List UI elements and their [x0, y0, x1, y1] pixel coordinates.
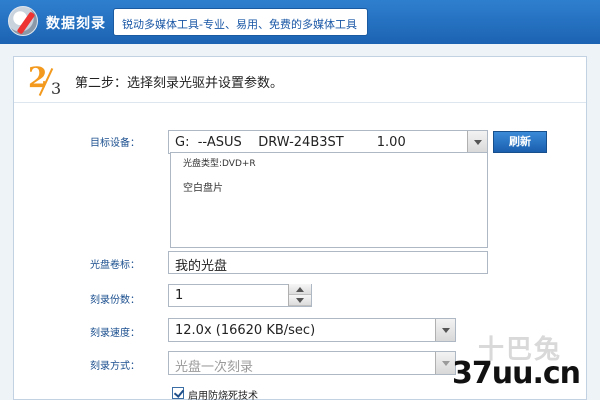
- volume-input[interactable]: 我的光盘: [168, 251, 488, 274]
- burnproof-checkbox[interactable]: [172, 387, 184, 399]
- device-label: 目标设备：: [90, 138, 140, 149]
- slogan-banner: 锐动多媒体工具-专业、易用、免费的多媒体工具: [113, 8, 368, 36]
- speed-label: 刻录速度：: [90, 328, 140, 339]
- disc-logo-icon: [8, 6, 38, 36]
- watermark-site: 37uu.cn: [452, 356, 581, 391]
- disc-status-text: 空白盘片: [183, 183, 223, 194]
- decrement-icon[interactable]: [289, 295, 311, 306]
- mode-value: 光盘一次刻录: [175, 360, 254, 375]
- mode-label: 刻录方式：: [90, 361, 140, 372]
- burnproof-label: 启用防烧死技术: [188, 391, 258, 400]
- app-header: 数据刻录 锐动多媒体工具-专业、易用、免费的多媒体工具: [0, 0, 600, 44]
- device-value: G: --ASUS DRW-24B3ST 1.00: [175, 135, 406, 150]
- slogan-text: 锐动多媒体工具-专业、易用、免费的多媒体工具: [122, 18, 357, 31]
- volume-label: 光盘卷标：: [90, 260, 140, 271]
- step-indicator: 2 3 第二步：选择刻录光驱并设置参数。: [14, 57, 586, 103]
- step-instruction: 第二步：选择刻录光驱并设置参数。: [75, 76, 284, 91]
- device-select[interactable]: G: --ASUS DRW-24B3ST 1.00: [168, 130, 488, 154]
- mode-select[interactable]: 光盘一次刻录: [168, 351, 456, 375]
- copies-label: 刻录份数：: [90, 295, 140, 306]
- step-number: 2: [28, 61, 48, 94]
- chevron-down-icon[interactable]: [467, 131, 487, 153]
- copies-spinner[interactable]: [288, 284, 311, 306]
- speed-select[interactable]: 12.0x (16620 KB/sec): [168, 318, 456, 342]
- chevron-down-icon[interactable]: [435, 319, 455, 341]
- increment-icon[interactable]: [289, 284, 311, 295]
- step-total: 3: [51, 79, 62, 98]
- device-info-list: 光盘类型:DVD+R 空白盘片: [170, 152, 488, 248]
- volume-value: 我的光盘: [175, 259, 228, 274]
- speed-value: 12.0x (16620 KB/sec): [175, 323, 316, 338]
- copies-value: 1: [175, 288, 184, 303]
- app-title: 数据刻录: [46, 16, 106, 32]
- disc-type-text: 光盘类型:DVD+R: [183, 159, 256, 169]
- refresh-button[interactable]: 刷新: [493, 131, 547, 153]
